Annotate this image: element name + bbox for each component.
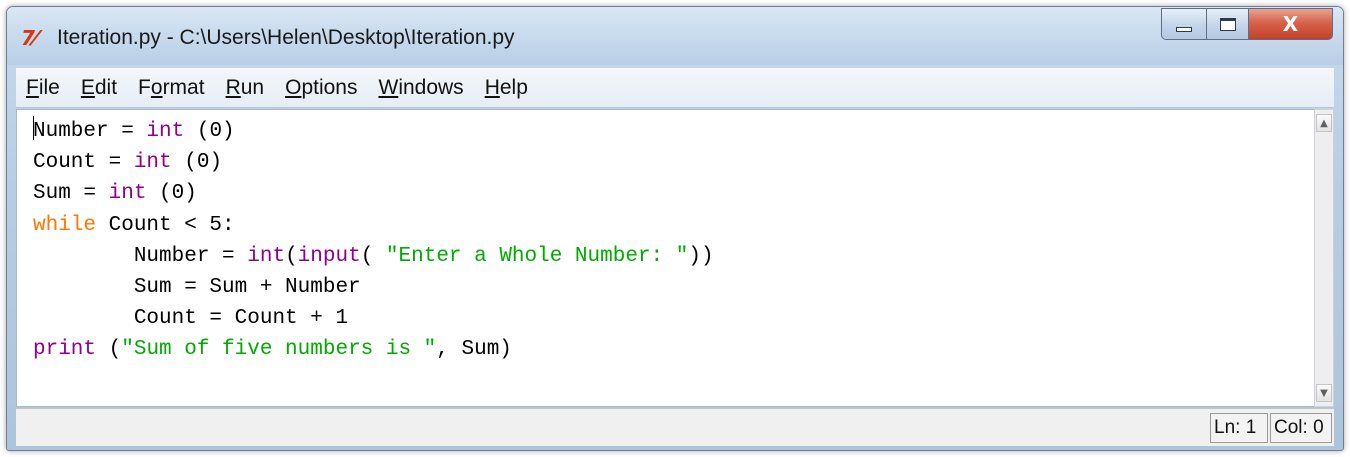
code-token-builtin: int <box>133 151 172 175</box>
code-line[interactable]: Sum = Sum + Number <box>33 272 714 303</box>
code-token-plain: Count = Count + 1 <box>33 307 349 331</box>
code-line[interactable]: Count = int (0) <box>33 147 714 178</box>
maximize-button[interactable] <box>1207 8 1249 40</box>
status-line-number: Ln: 1 <box>1210 413 1268 443</box>
idle-editor-window: 7⁄ Iteration.py - C:\Users\Helen\Desktop… <box>6 6 1344 451</box>
code-token-builtin: int <box>247 244 286 268</box>
menu-run[interactable]: Run <box>220 76 271 100</box>
code-token-builtin: input <box>297 244 361 268</box>
close-button[interactable]: X <box>1249 8 1333 40</box>
menu-windows[interactable]: Windows <box>372 76 469 100</box>
code-token-plain: (0) <box>171 151 223 175</box>
code-editor[interactable]: Number = int (0) Count = int (0) Sum = int… <box>16 109 1314 407</box>
code-token-string: "Sum of five numbers is " <box>121 338 437 362</box>
code-token-plain: Number = <box>33 244 248 268</box>
menu-format[interactable]: Format <box>132 76 211 100</box>
scroll-up-arrow-icon[interactable]: ▲ <box>1316 114 1332 132</box>
code-line[interactable]: print ("Sum of five numbers is ", Sum) <box>33 334 714 365</box>
scroll-down-arrow-icon[interactable]: ▼ <box>1316 384 1332 402</box>
code-token-plain: , Sum) <box>436 338 512 362</box>
menu-help[interactable]: Help <box>479 76 534 100</box>
code-line[interactable]: Number = int (0) <box>33 116 714 147</box>
menu-file[interactable]: File <box>20 76 66 100</box>
code-token-plain: ( <box>96 338 122 362</box>
code-text[interactable]: Number = int (0) Count = int (0) Sum = int… <box>33 116 714 366</box>
window-title: Iteration.py - C:\Users\Helen\Desktop\It… <box>57 26 515 49</box>
menu-options[interactable]: Options <box>279 76 363 100</box>
code-token-plain: Sum = Sum + Number <box>33 275 361 299</box>
code-token-plain: Count < 5: <box>96 213 235 237</box>
status-bar: Ln: 1 Col: 0 <box>16 408 1334 446</box>
code-token-builtin: print <box>33 338 97 362</box>
code-token-plain: )) <box>688 244 714 268</box>
status-column-number: Col: 0 <box>1270 413 1332 443</box>
menu-bar: File Edit Format Run Options Windows Hel… <box>16 68 1334 108</box>
maximize-icon <box>1219 17 1236 31</box>
code-line[interactable]: Number = int(input( "Enter a Whole Numbe… <box>33 241 714 272</box>
code-token-plain: Sum = <box>33 182 109 206</box>
code-line[interactable]: Count = Count + 1 <box>33 303 714 334</box>
code-token-builtin: int <box>108 182 147 206</box>
caption-buttons: X <box>1161 8 1333 40</box>
title-bar[interactable]: 7⁄ Iteration.py - C:\Users\Helen\Desktop… <box>7 7 1343 65</box>
menu-edit[interactable]: Edit <box>75 76 123 100</box>
minimize-button[interactable] <box>1161 8 1207 40</box>
code-line[interactable]: while Count < 5: <box>33 210 714 241</box>
code-line[interactable]: Sum = int (0) <box>33 178 714 209</box>
code-token-builtin: int <box>146 120 185 143</box>
code-token-plain: (0) <box>184 120 235 143</box>
code-token-string: "Enter a Whole Number: " <box>385 244 689 268</box>
code-token-plain: (0) <box>146 182 197 206</box>
minimize-icon <box>1176 26 1192 32</box>
idle-app-icon: 7⁄ <box>21 26 37 50</box>
close-icon: X <box>1282 12 1299 36</box>
code-token-plain: ( <box>360 244 386 268</box>
vertical-scrollbar[interactable]: ▲ ▼ <box>1314 109 1334 407</box>
code-token-plain: Count = <box>33 151 134 175</box>
code-token-plain: ( <box>285 244 298 268</box>
code-token-plain: Number = <box>33 120 147 143</box>
code-token-keyword: while <box>33 213 97 237</box>
